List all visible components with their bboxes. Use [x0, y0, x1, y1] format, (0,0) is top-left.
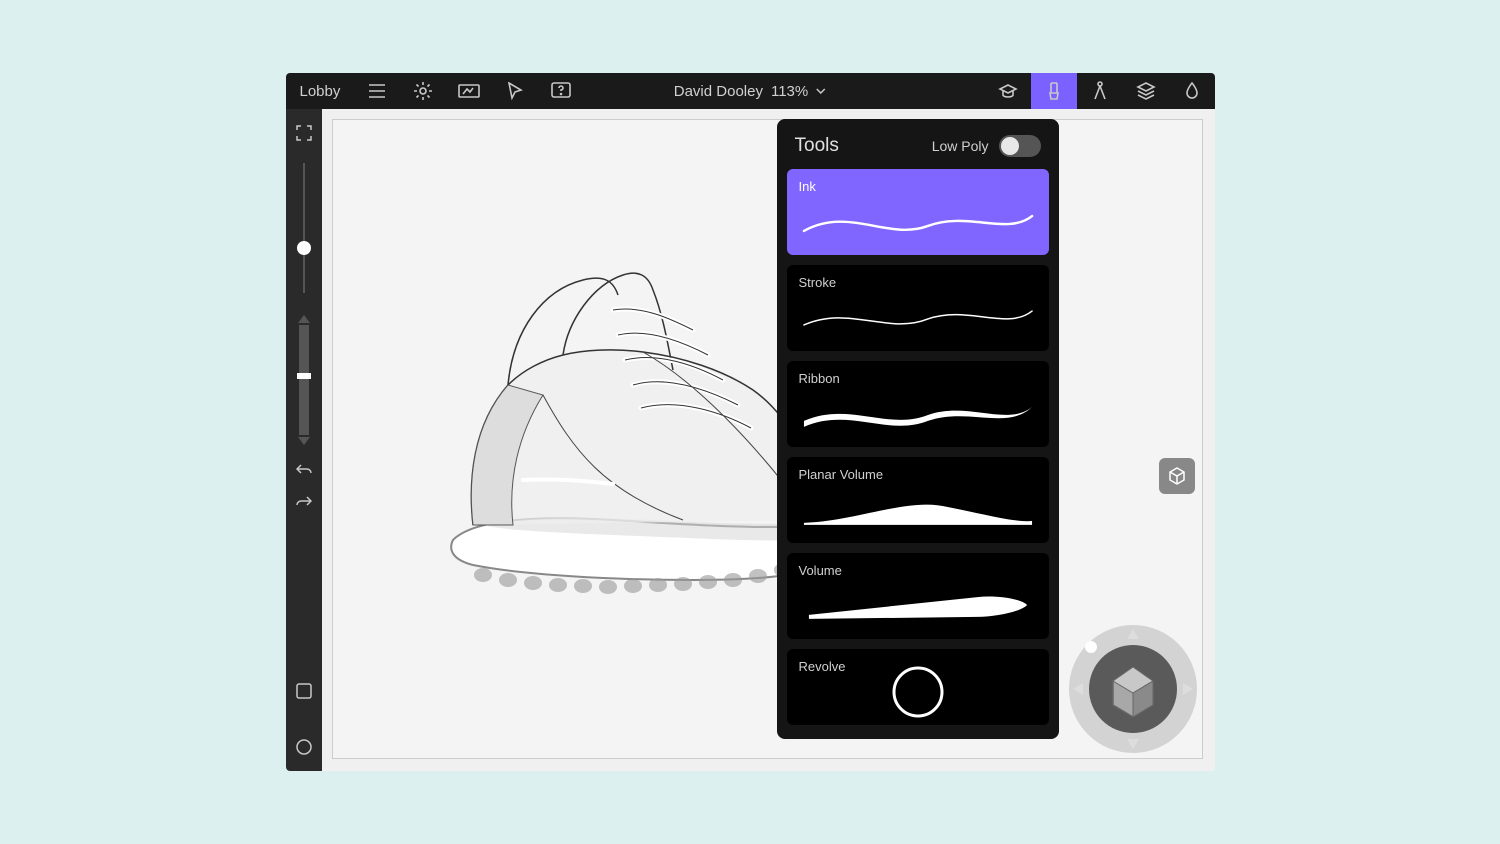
redo-icon [296, 495, 312, 507]
undo-icon [296, 463, 312, 475]
tool-revolve[interactable]: Revolve [787, 649, 1049, 725]
help-icon [551, 82, 571, 100]
chevron-down-icon [816, 88, 826, 94]
tool-volume[interactable]: Volume [787, 553, 1049, 639]
slider-thumb[interactable] [297, 241, 311, 255]
toggle-thumb [1001, 137, 1019, 155]
lowpoly-toggle[interactable] [999, 135, 1041, 157]
view-cube-button[interactable] [1159, 458, 1195, 494]
hamburger-icon [368, 84, 386, 98]
brush-size-gauge[interactable] [298, 315, 310, 445]
brush-icon [1046, 81, 1062, 101]
color-button[interactable] [1169, 73, 1215, 109]
layers-icon [1136, 82, 1156, 100]
tool-planar-volume[interactable]: Planar Volume [787, 457, 1049, 543]
frame-button[interactable] [446, 73, 492, 109]
opacity-slider[interactable] [303, 163, 305, 293]
help-button[interactable] [538, 73, 584, 109]
education-button[interactable] [985, 73, 1031, 109]
shape-square-button[interactable] [286, 675, 322, 707]
precision-button[interactable] [1077, 73, 1123, 109]
document-title-area[interactable]: David Dooley 113% [674, 83, 826, 100]
navigation-cube[interactable] [1067, 623, 1199, 755]
settings-button[interactable] [400, 73, 446, 109]
circle-icon [296, 739, 312, 755]
tool-stroke[interactable]: Stroke [787, 265, 1049, 351]
education-icon [998, 83, 1018, 99]
planar-preview [799, 489, 1037, 529]
lowpoly-label: Low Poly [932, 138, 989, 154]
brush-size-up[interactable] [298, 315, 310, 323]
tools-title: Tools [795, 135, 839, 157]
tool-ink[interactable]: Ink [787, 169, 1049, 255]
fullscreen-button[interactable] [286, 117, 322, 149]
tool-label: Ribbon [799, 371, 1037, 386]
tool-ribbon[interactable]: Ribbon [787, 361, 1049, 447]
top-bar: Lobby David Dooley 113% [286, 73, 1215, 109]
ink-preview [799, 201, 1037, 241]
layers-button[interactable] [1123, 73, 1169, 109]
square-icon [296, 683, 312, 699]
tools-header: Tools Low Poly [787, 129, 1049, 169]
brush-size-indicator[interactable] [297, 373, 311, 379]
cursor-button[interactable] [492, 73, 538, 109]
tool-label: Stroke [799, 275, 1037, 290]
revolve-preview [799, 665, 1037, 719]
ribbon-preview [799, 393, 1037, 433]
lobby-button[interactable]: Lobby [286, 83, 355, 100]
brush-size-bar[interactable] [299, 325, 309, 435]
redo-button[interactable] [286, 485, 322, 517]
menu-button[interactable] [354, 73, 400, 109]
tools-panel: Tools Low Poly Ink Stroke Ribbon [777, 119, 1059, 739]
compass-icon [1093, 81, 1107, 101]
fullscreen-icon [296, 125, 312, 141]
volume-preview [799, 585, 1037, 625]
cursor-icon [507, 82, 523, 100]
left-rail [286, 109, 322, 771]
droplet-icon [1185, 82, 1199, 100]
tool-label: Planar Volume [799, 467, 1037, 482]
frame-icon [458, 84, 480, 98]
tool-label: Ink [799, 179, 1037, 194]
tool-label: Volume [799, 563, 1037, 578]
brush-tool-button[interactable] [1031, 73, 1077, 109]
zoom-level: 113% [771, 83, 808, 100]
stroke-preview [799, 297, 1037, 337]
shape-circle-button[interactable] [286, 731, 322, 763]
app-window: Lobby David Dooley 113% [286, 73, 1215, 771]
brush-size-down[interactable] [298, 437, 310, 445]
gear-icon [413, 81, 433, 101]
undo-button[interactable] [286, 453, 322, 485]
cube-icon [1167, 466, 1187, 486]
document-title: David Dooley [674, 83, 763, 100]
